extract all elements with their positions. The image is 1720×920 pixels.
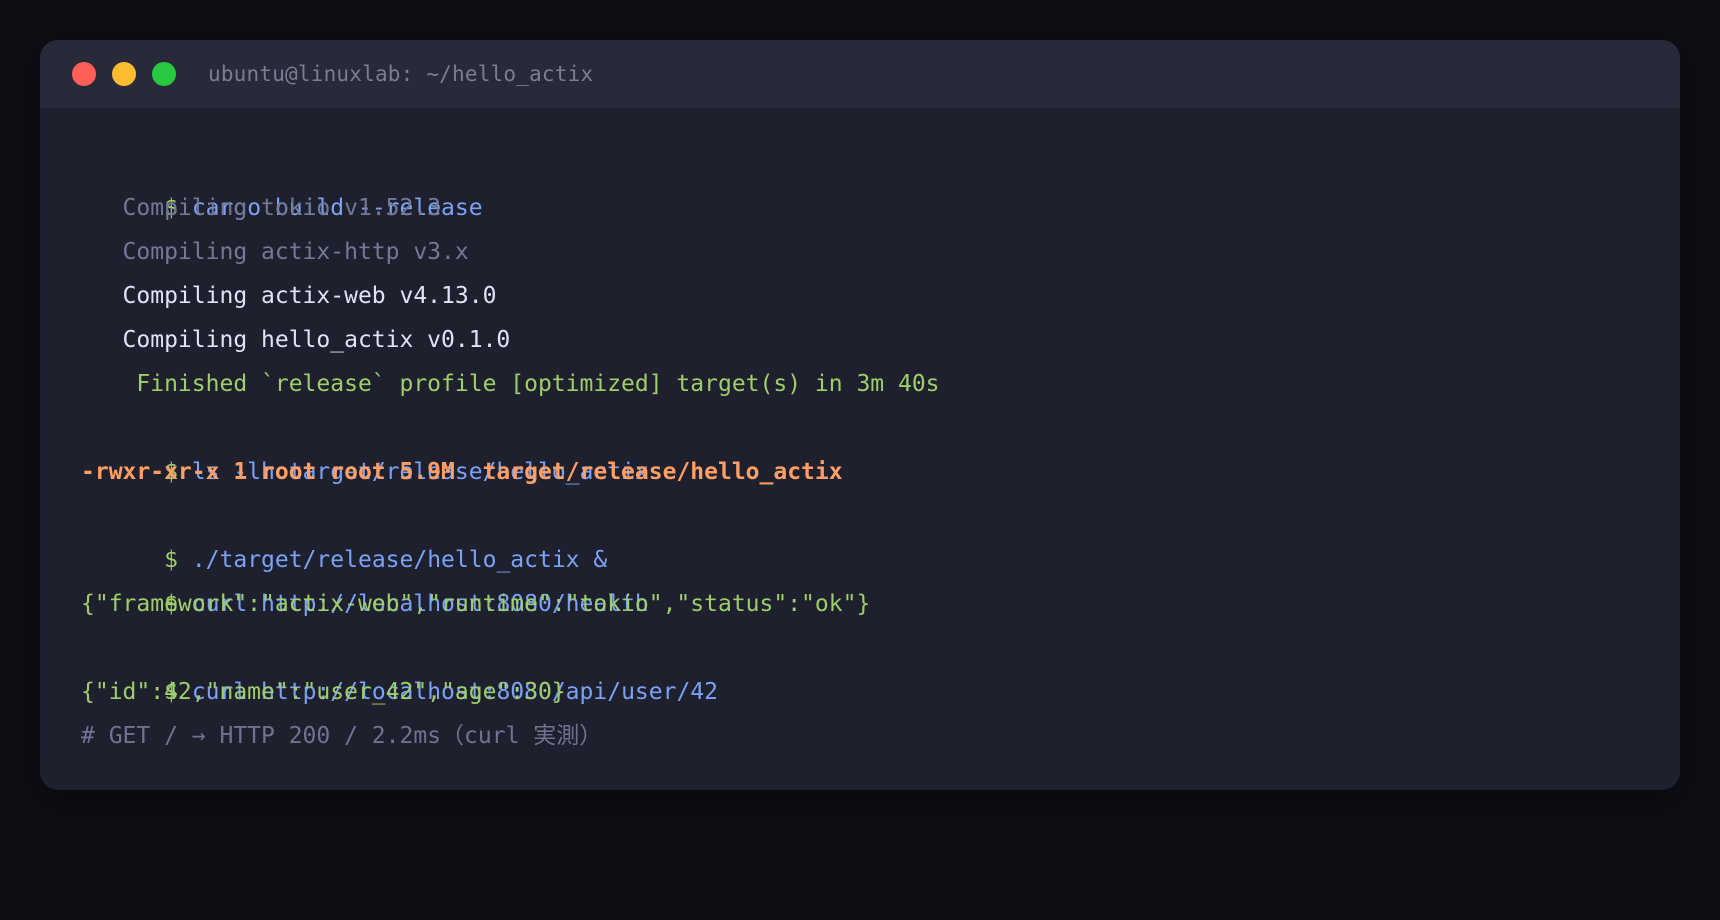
terminal-output[interactable]: $ cargo build --release Compiling tokio … — [40, 108, 1680, 758]
command-text: ./target/release/hello_actix & — [191, 547, 608, 573]
terminal-line: $ ls -lh target/release/hello_actix — [81, 406, 1680, 485]
terminal-line: Compiling hello_actix v0.1.0 — [81, 327, 511, 353]
terminal-line: Finished `release` profile [optimized] t… — [81, 371, 940, 397]
maximize-window-button[interactable] — [152, 62, 176, 86]
terminal-window: ubuntu@linuxlab: ~/hello_actix $ cargo b… — [40, 40, 1680, 790]
terminal-line: {"id":42,"name":"user_42","age":30} — [81, 679, 566, 705]
minimize-window-button[interactable] — [112, 62, 136, 86]
terminal-line: Compiling tokio v1.52.3 — [81, 195, 442, 221]
prompt-symbol: $ — [164, 547, 178, 573]
terminal-line: -rwxr-xr-x 1 root root 5.9M target/relea… — [81, 459, 843, 485]
close-window-button[interactable] — [72, 62, 96, 86]
terminal-line: Compiling actix-http v3.x — [81, 239, 469, 265]
terminal-line: {"framework":"actix-web","runtime":"toki… — [81, 591, 871, 617]
terminal-line: $ curl http://localhost:8080/api/user/42 — [81, 626, 1680, 705]
title-bar: ubuntu@linuxlab: ~/hello_actix — [40, 40, 1680, 108]
terminal-line: Compiling actix-web v4.13.0 — [81, 283, 497, 309]
terminal-line: $ cargo build --release — [81, 142, 1680, 221]
window-title: ubuntu@linuxlab: ~/hello_actix — [208, 62, 594, 86]
terminal-line: $ ./target/release/hello_actix & — [81, 494, 1680, 573]
terminal-line: # GET / → HTTP 200 / 2.2ms（curl 実測） — [81, 723, 603, 749]
